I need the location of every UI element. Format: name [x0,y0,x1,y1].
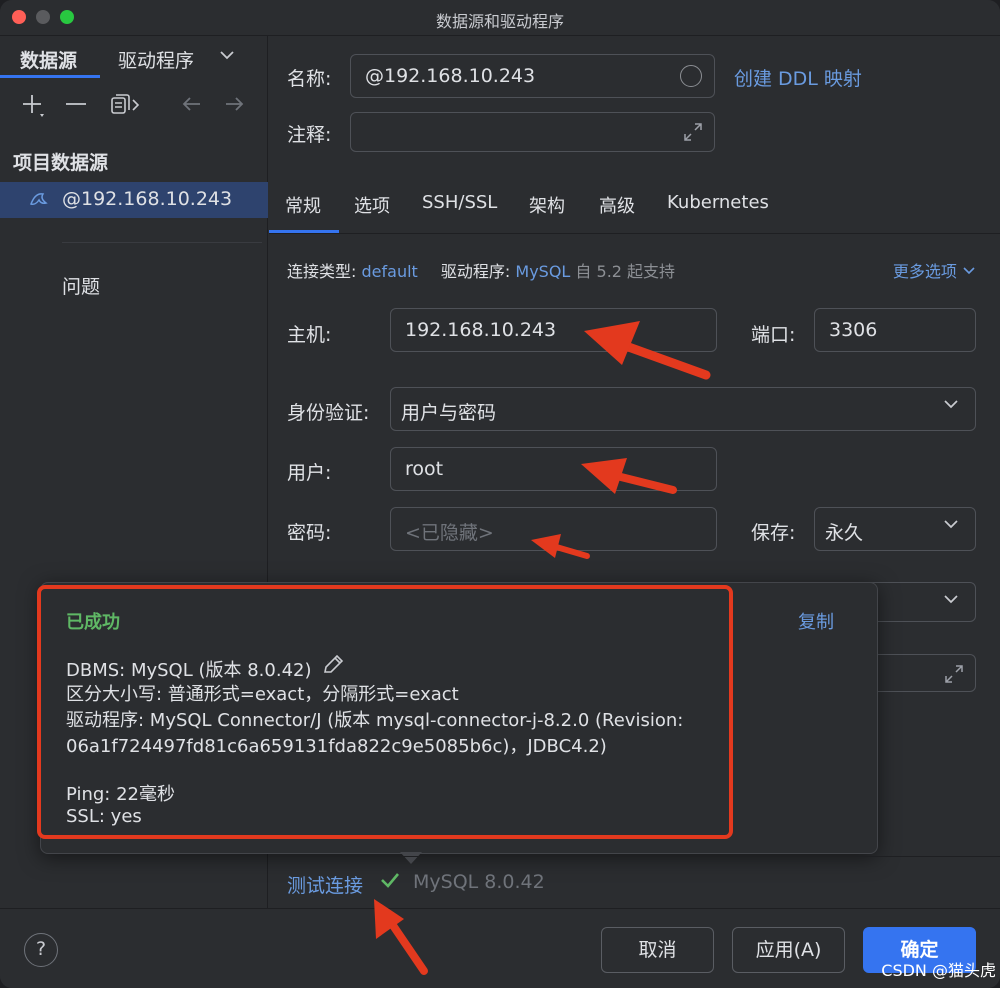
host-value: 192.168.10.243 [405,319,557,341]
annotation-arrow-host [584,321,711,380]
detail-case: 区分大小写: 普通形式=exact，分隔形式=exact [66,684,459,705]
tab-drivers[interactable]: 驱动程序 [118,46,194,73]
tab-data-sources[interactable]: 数据源 [20,46,77,73]
auth-value: 用户与密码 [401,402,497,424]
arrow-left-icon[interactable] [180,92,204,124]
detail-driver: 驱动程序: MySQL Connector/J (版本 mysql-connec… [66,710,684,731]
host-label: 主机: [287,324,332,346]
sidebar-divider [62,242,262,243]
annotation-arrow-user [581,458,677,494]
tab-kubernetes[interactable]: Kubernetes [667,192,769,213]
connection-info-row: 连接类型: default 驱动程序: MySQL 自 5.2 起支持 [287,258,675,282]
test-result-version: MySQL 8.0.42 [413,871,545,893]
more-options-label: 更多选项 [892,262,957,281]
detail-revision: 06a1f724497fd81c6a659131fda822c9e5085b6c… [66,736,607,757]
expand-icon[interactable] [682,121,704,148]
chevron-down-icon [943,396,959,417]
more-options-link[interactable]: 更多选项 [893,258,976,282]
color-circle-icon[interactable] [680,65,702,87]
detail-ping: Ping: 22毫秒 [66,784,175,805]
port-field[interactable]: 3306 [814,308,976,352]
user-value: root [405,458,444,480]
pencil-icon[interactable] [321,654,345,681]
auth-label: 身份验证: [287,402,370,424]
watermark: CSDN @猫头虎 [881,961,996,980]
driver-label: 驱动程序: [440,262,511,281]
dialog-footer: ? 取消 应用(A) 确定 CSDN @猫头虎 [0,908,1000,988]
password-label: 密码: [287,522,332,544]
auth-select[interactable]: 用户与密码 [390,387,976,431]
connection-type-value[interactable]: default [362,262,418,281]
comment-label: 注释: [287,124,332,146]
tab-ssh-ssl[interactable]: SSH/SSL [422,192,497,213]
password-placeholder: <已隐藏> [405,522,494,544]
arrow-right-icon[interactable] [222,92,246,124]
annotation-arrow-password [531,534,590,559]
duplicate-icon[interactable] [108,92,142,124]
tab-options[interactable]: 选项 [354,192,390,218]
expand-icon[interactable] [943,663,965,690]
check-icon [379,869,401,896]
chevron-down-icon [943,591,959,612]
datasource-label: @192.168.10.243 [62,188,233,210]
mysql-icon [28,188,50,215]
dbms-line: DBMS: MySQL (版本 8.0.42) [66,660,312,681]
name-label: 名称: [287,68,332,90]
window-title: 数据源和驱动程序 [435,12,564,31]
driver-value[interactable]: MySQL [515,262,570,281]
detail-dbms: DBMS: MySQL (版本 8.0.42) [66,654,345,682]
success-status: 已成功 [66,612,120,633]
name-value: @192.168.10.243 [365,65,536,87]
detail-ssl: SSL: yes [66,806,142,827]
connection-type-label: 连接类型: [287,262,357,281]
sidebar-toolbar [20,92,260,120]
name-field[interactable]: @192.168.10.243 [350,54,715,98]
cancel-button[interactable]: 取消 [601,927,714,973]
chevron-down-icon [943,516,959,537]
project-data-sources-heading: 项目数据源 [13,152,109,174]
chevron-down-icon[interactable] [218,46,236,68]
settings-tabs: 常规 选项 SSH/SSL 架构 高级 Kubernetes [269,178,1000,234]
active-tab-indicator [0,75,100,78]
comment-field[interactable] [350,112,715,152]
tab-schemas[interactable]: 架构 [529,192,565,218]
port-value: 3306 [829,319,878,341]
remove-icon[interactable] [64,92,88,124]
active-tab-indicator [269,230,339,233]
title-bar: 数据源和驱动程序 [0,0,1000,36]
help-button[interactable]: ? [24,933,58,967]
apply-button[interactable]: 应用(A) [732,927,845,973]
create-ddl-mapping-link[interactable]: 创建 DDL 映射 [734,64,862,91]
annotation-arrow-test [374,899,428,975]
user-label: 用户: [287,462,332,484]
save-value: 永久 [825,522,864,544]
port-label: 端口: [751,324,796,346]
sidebar-item-datasource[interactable]: @192.168.10.243 [0,182,268,218]
test-connection-link[interactable]: 测试连接 [287,871,363,898]
data-sources-dialog: 数据源和驱动程序 数据源 驱动程序 项目数据源 @192.168.10.243 … [0,0,1000,988]
chevron-down-icon [962,262,976,281]
add-icon[interactable] [20,92,46,124]
save-select[interactable]: 永久 [814,507,976,551]
save-label: 保存: [751,522,796,544]
tab-general[interactable]: 常规 [285,192,321,218]
driver-note: 自 5.2 起支持 [575,262,676,281]
copy-link[interactable]: 复制 [798,608,834,634]
sidebar-item-problems[interactable]: 问题 [62,272,100,299]
tab-advanced[interactable]: 高级 [599,192,635,218]
